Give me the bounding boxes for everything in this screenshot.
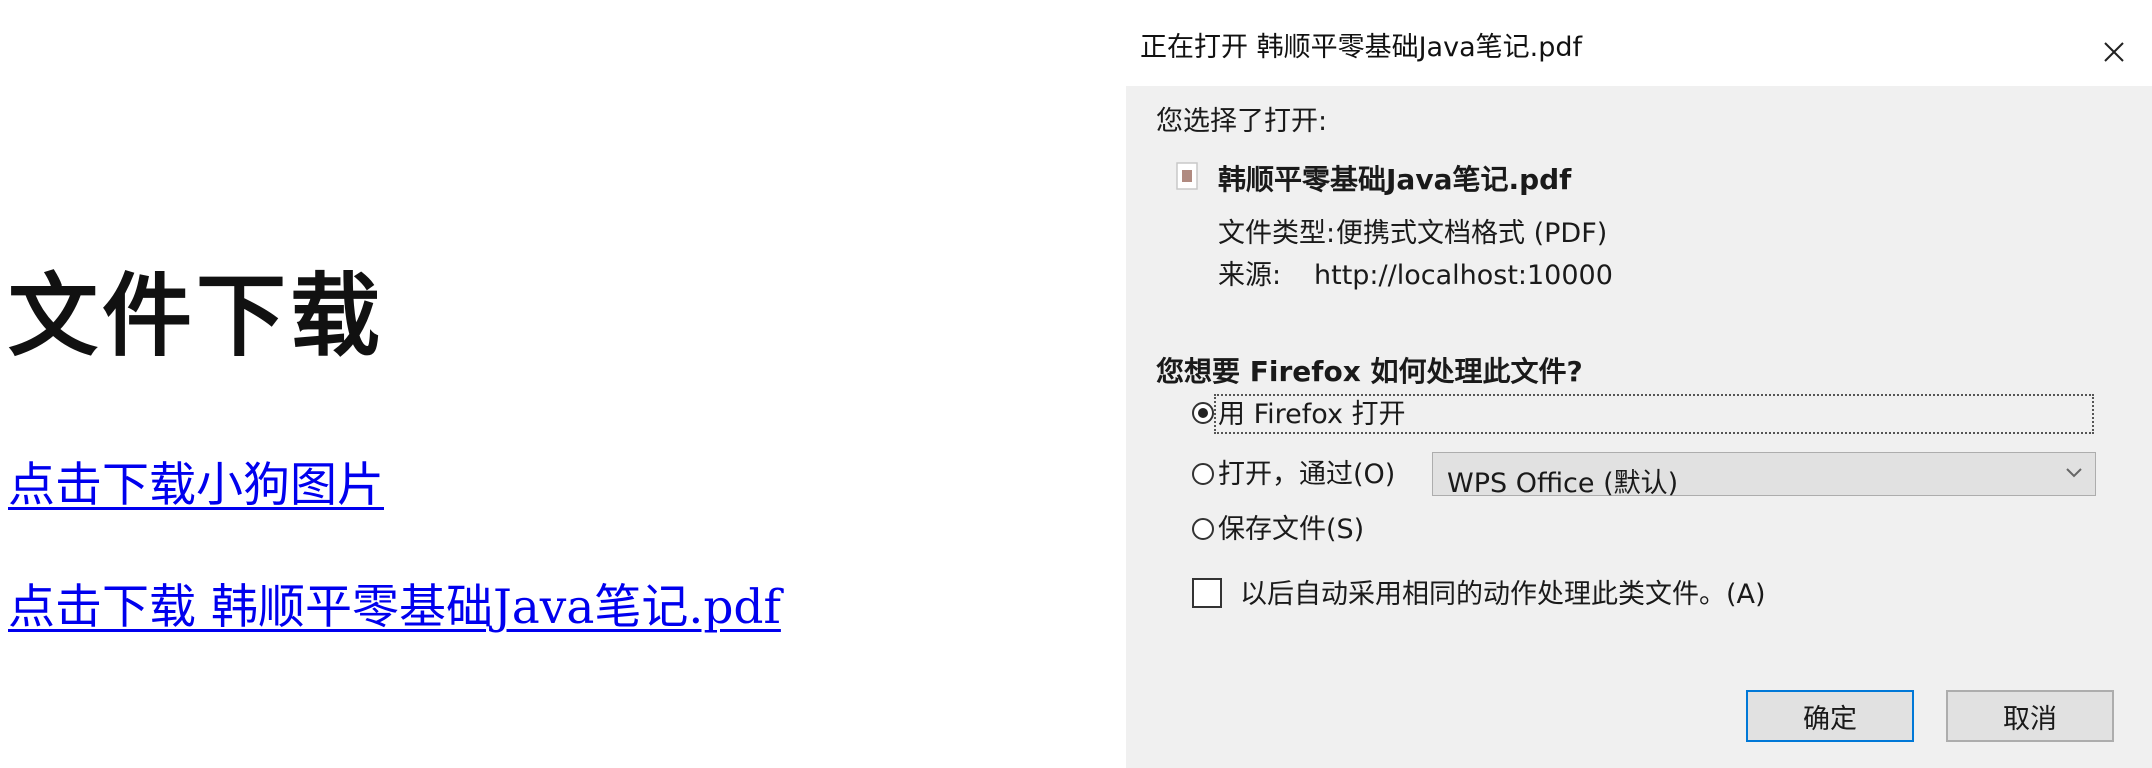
pdf-file-icon	[1176, 162, 1198, 190]
close-button[interactable]	[2086, 24, 2142, 80]
source-label: 来源:	[1218, 260, 1282, 291]
application-select-value: WPS Office (默认)	[1447, 468, 1679, 499]
save-file-label[interactable]: 保存文件(S)	[1218, 516, 1364, 543]
application-select[interactable]: WPS Office (默认)	[1432, 452, 2096, 499]
remember-choice-label[interactable]: 以后自动采用相同的动作处理此类文件。(A)	[1240, 581, 1766, 608]
cancel-button[interactable]: 取消	[1946, 690, 2114, 742]
chosen-label: 您选择了打开:	[1156, 106, 1328, 137]
chevron-down-icon	[2066, 468, 2082, 478]
dialog-titlebar: 正在打开 韩顺平零基础Java笔记.pdf	[1126, 0, 2152, 86]
source-value: http://localhost:10000	[1314, 260, 1613, 291]
page-title: 文件下载	[8, 264, 384, 369]
open-file-dialog: 正在打开 韩顺平零基础Java笔记.pdf 您选择了打开: 韩顺平零基础Java…	[1126, 0, 2152, 768]
remember-choice-checkbox[interactable]	[1192, 578, 1222, 608]
save-file-radio[interactable]	[1192, 518, 1214, 540]
ok-button[interactable]: 确定	[1746, 690, 1914, 742]
file-type-label: 文件类型:	[1218, 218, 1336, 249]
open-with-firefox-label[interactable]: 用 Firefox 打开	[1218, 401, 1406, 428]
download-puppy-image-link[interactable]: 点击下载小狗图片	[8, 462, 384, 509]
open-with-app-radio[interactable]	[1192, 463, 1214, 485]
dialog-title: 正在打开 韩顺平零基础Java笔记.pdf	[1140, 32, 1582, 63]
file-type-value: 便携式文档格式 (PDF)	[1336, 218, 1608, 249]
open-with-app-label[interactable]: 打开，通过(O)	[1218, 461, 1395, 488]
file-name: 韩顺平零基础Java笔记.pdf	[1218, 163, 1572, 196]
download-pdf-link[interactable]: 点击下载 韩顺平零基础Java笔记.pdf	[8, 584, 781, 631]
close-icon	[2104, 42, 2124, 62]
open-with-firefox-radio[interactable]	[1192, 402, 1214, 424]
handling-question: 您想要 Firefox 如何处理此文件?	[1156, 355, 1583, 388]
